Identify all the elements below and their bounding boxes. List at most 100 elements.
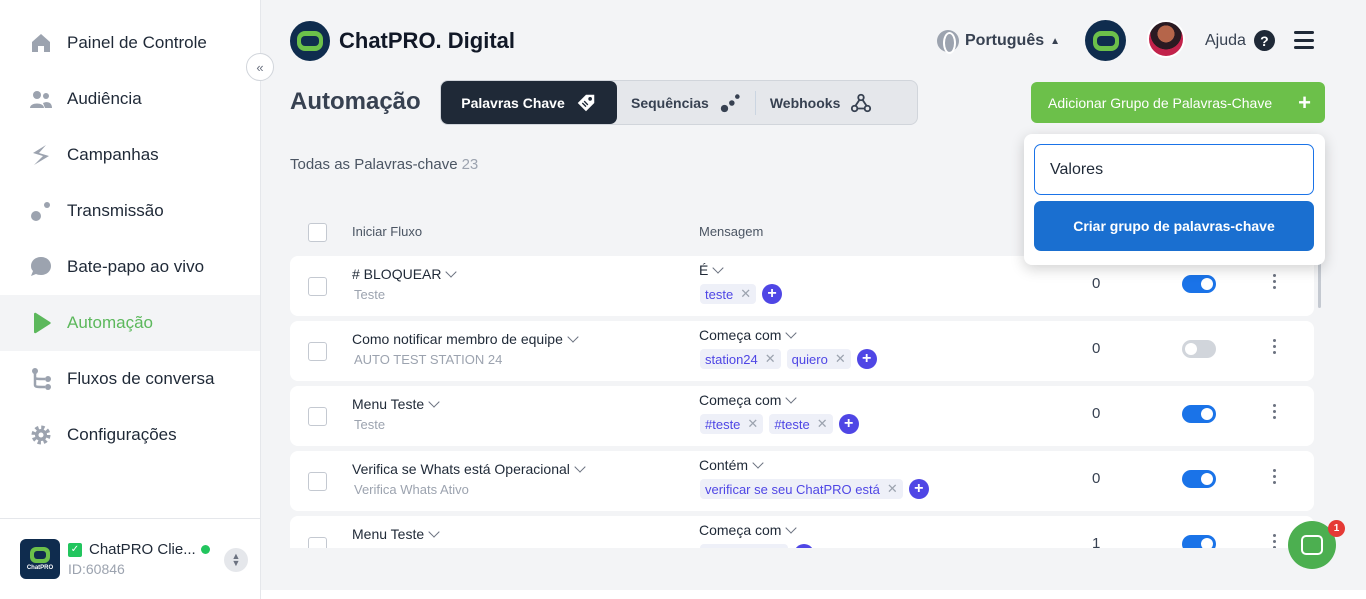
group-name-input[interactable] (1034, 144, 1314, 195)
row-checkbox[interactable] (308, 342, 327, 361)
bot-avatar[interactable] (1085, 20, 1126, 61)
tab-palavras-chave[interactable]: Palavras Chave (441, 81, 617, 124)
row-checkbox[interactable] (308, 472, 327, 491)
remove-tag-icon[interactable]: ✕ (817, 416, 828, 432)
notification-badge: 1 (1328, 520, 1345, 537)
sidebar-item-campanhas[interactable]: Campanhas (0, 127, 260, 183)
keyword-count-label: Todas as Palavras-chave (290, 156, 458, 173)
keyword-tag: station24 ✕ (700, 349, 781, 369)
table-row: Verifica se Whats está Operacional Verif… (290, 451, 1314, 511)
condition-select[interactable]: Começa com (699, 327, 798, 343)
row-checkbox[interactable] (308, 407, 327, 426)
condition-select[interactable]: Começa com (699, 522, 798, 538)
flow-select[interactable]: # BLOQUEAR (352, 266, 458, 282)
enabled-toggle[interactable] (1182, 535, 1216, 548)
help-button[interactable]: Ajuda ? (1205, 30, 1275, 51)
online-status-dot (200, 545, 210, 554)
sidebar: Painel de Controle Audiência Campanhas T… (0, 0, 261, 599)
add-keyword-group-button[interactable]: Adicionar Grupo de Palavras-Chave + (1031, 82, 1325, 123)
expand-updown-icon[interactable]: ▲ ▼ (224, 548, 248, 572)
flow-icon (28, 366, 54, 392)
hamburger-menu-icon[interactable] (1294, 31, 1314, 49)
remove-tag-icon[interactable]: ✕ (747, 416, 758, 432)
chevron-down-icon (712, 262, 725, 274)
brand[interactable]: ChatPRO. Digital (290, 21, 515, 61)
remove-tag-icon[interactable]: ✕ (740, 286, 751, 302)
keyword-tags: station24 ✕ quiero ✕ + (700, 349, 877, 369)
add-keyword-button[interactable]: + (762, 284, 783, 304)
webhook-icon (851, 93, 872, 112)
enabled-toggle[interactable] (1182, 470, 1216, 488)
flow-select[interactable]: Menu Teste (352, 526, 440, 542)
sidebar-item-transmissao[interactable]: Transmissão (0, 183, 260, 239)
flow-name: Menu Teste (352, 396, 425, 412)
account-name: ChatPRO Clie... (89, 541, 196, 558)
sidebar-item-label: Campanhas (67, 145, 159, 164)
remove-tag-icon[interactable]: ✕ (887, 481, 898, 497)
language-selector[interactable]: Português ▲ (937, 30, 1061, 54)
enabled-toggle[interactable] (1182, 275, 1216, 293)
robot-icon (1092, 30, 1119, 51)
enabled-toggle[interactable] (1182, 340, 1216, 358)
add-keyword-button[interactable]: + (908, 479, 929, 499)
select-all-checkbox[interactable] (308, 223, 327, 242)
user-avatar[interactable] (1147, 20, 1185, 58)
trigger-count: 0 (1092, 405, 1101, 422)
condition-label: Começa com (699, 392, 782, 408)
sidebar-item-automacao[interactable]: Automação (0, 295, 260, 351)
flow-select[interactable]: Menu Teste (352, 396, 440, 412)
flow-subtitle: Verifica Whats Ativo (354, 482, 469, 497)
remove-tag-icon[interactable]: ✕ (765, 351, 776, 367)
verified-check-icon: ✓ (68, 542, 82, 557)
sidebar-item-audiencia[interactable]: Audiência (0, 71, 260, 127)
table-row: Menu Teste Começa com + 1 (290, 516, 1314, 548)
condition-select[interactable]: É (699, 262, 725, 278)
flow-select[interactable]: Verifica se Whats está Operacional (352, 461, 586, 477)
condition-label: Começa com (699, 522, 782, 538)
keyword-tag: teste ✕ (700, 284, 757, 304)
condition-select[interactable]: Começa com (699, 392, 798, 408)
broadcast-icon (28, 198, 54, 224)
chevron-down-icon (428, 526, 440, 538)
row-checkbox[interactable] (308, 277, 327, 296)
more-options-icon[interactable] (1273, 339, 1277, 354)
add-keyword-group-label: Adicionar Grupo de Palavras-Chave (1048, 94, 1273, 111)
add-keyword-button[interactable]: + (856, 349, 877, 369)
more-options-icon[interactable] (1273, 274, 1277, 289)
more-options-icon[interactable] (1273, 404, 1277, 419)
more-options-icon[interactable] (1273, 534, 1277, 548)
sidebar-item-painel[interactable]: Painel de Controle (0, 15, 260, 71)
chevron-down-icon (574, 461, 586, 473)
keyword-tag-text: #teste (774, 416, 810, 432)
account-logo-text: ChatPRO (26, 565, 54, 571)
tab-webhooks[interactable]: Webhooks (756, 81, 887, 124)
users-icon (28, 86, 54, 112)
create-group-popover: Criar grupo de palavras-chave (1024, 134, 1325, 265)
keyword-tag: quiero ✕ (786, 349, 851, 369)
sidebar-item-label: Bate-papo ao vivo (67, 257, 205, 276)
condition-select[interactable]: Contém (699, 457, 764, 473)
flow-select[interactable]: Como notificar membro de equipe (352, 331, 579, 347)
sidebar-item-bate-papo[interactable]: Bate-papo ao vivo (0, 239, 260, 295)
question-icon: ? (1253, 30, 1275, 51)
flow-name: Menu Teste (352, 526, 425, 542)
enabled-toggle[interactable] (1182, 405, 1216, 423)
create-keyword-group-button[interactable]: Criar grupo de palavras-chave (1034, 201, 1314, 251)
remove-tag-icon[interactable]: ✕ (835, 351, 846, 367)
account-name-row: ✓ ChatPRO Clie... (68, 541, 210, 558)
brand-name: ChatPRO. Digital (339, 28, 516, 53)
collapse-sidebar-button[interactable]: « (246, 53, 274, 81)
footer-strip (261, 590, 1366, 599)
caret-up-icon: ▲ (1050, 35, 1061, 47)
row-checkbox[interactable] (308, 537, 327, 548)
keyword-tag-text: quiero (791, 351, 828, 367)
more-options-icon[interactable] (1273, 469, 1277, 484)
sidebar-item-fluxos[interactable]: Fluxos de conversa (0, 351, 260, 407)
tab-sequencias[interactable]: Sequências (617, 81, 755, 124)
add-keyword-button[interactable]: + (838, 414, 859, 434)
sidebar-item-configuracoes[interactable]: Configurações (0, 407, 260, 463)
condition-label: É (699, 262, 709, 278)
account-switcher[interactable]: ChatPRO ✓ ChatPRO Clie... ID:60846 ▲ ▼ (0, 518, 260, 599)
keyword-tags: verificar se seu ChatPRO está ✕ + (700, 479, 929, 499)
add-keyword-button[interactable]: + (794, 544, 814, 548)
